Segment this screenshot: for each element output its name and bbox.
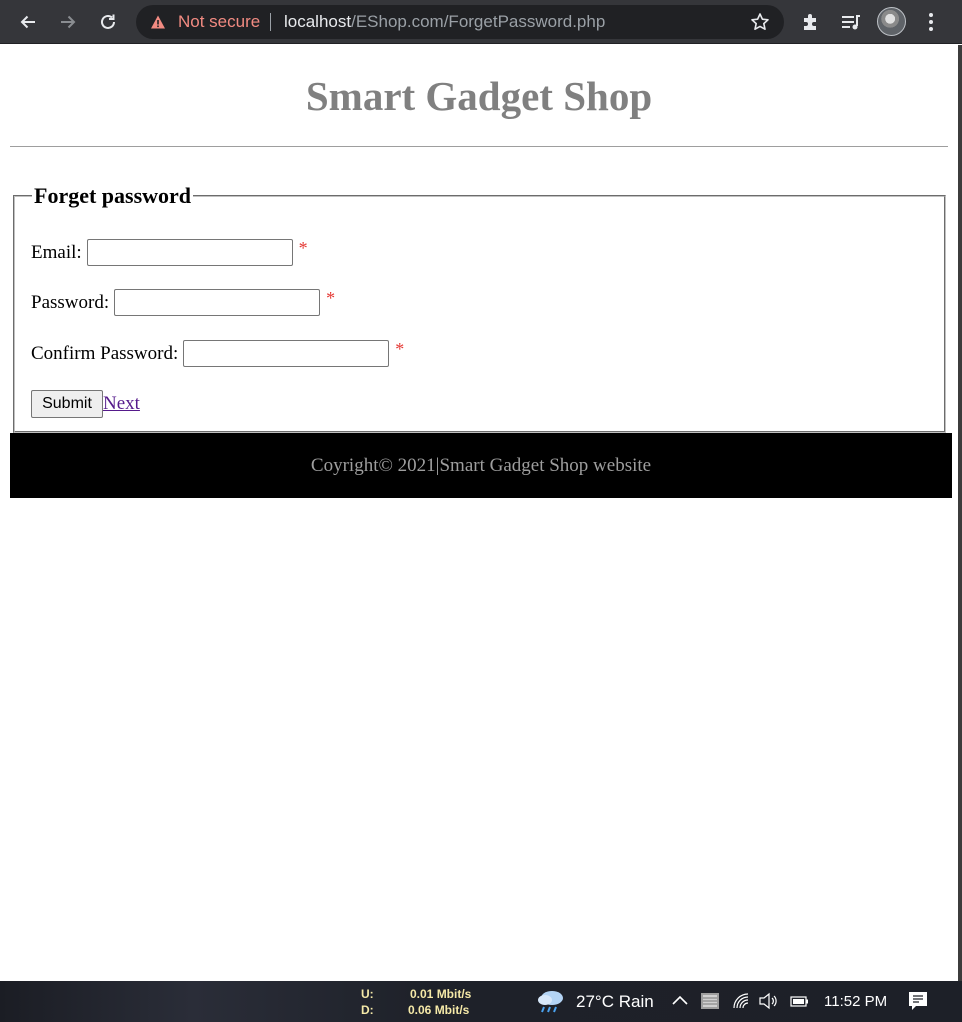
submit-button[interactable]: Submit — [31, 390, 103, 418]
reload-icon[interactable] — [94, 8, 122, 36]
email-label: Email: — [31, 241, 82, 263]
confirm-password-label: Confirm Password: — [31, 342, 179, 364]
next-link[interactable]: Next — [103, 393, 140, 415]
warning-icon — [151, 15, 165, 29]
media-queue-icon[interactable] — [840, 11, 862, 33]
site-title: Smart Gadget Shop — [305, 73, 653, 119]
upload-label: U: — [361, 987, 374, 1001]
password-label: Password: — [31, 291, 110, 313]
app-tray-icon[interactable] — [700, 991, 720, 1011]
battery-icon[interactable] — [789, 991, 809, 1011]
actions-row: Submit Next — [31, 390, 140, 418]
confirm-password-row: Confirm Password: * — [31, 339, 405, 367]
confirm-password-input[interactable] — [183, 340, 390, 367]
download-label: D: — [361, 1003, 374, 1017]
forget-password-fieldset: Forget password Email: * Password: * Con… — [13, 183, 946, 433]
password-input[interactable] — [114, 289, 321, 316]
extensions-puzzle-icon[interactable] — [800, 11, 822, 33]
password-row: Password: * — [31, 288, 336, 316]
email-row: Email: * — [31, 238, 308, 266]
download-speed: 0.06 Mbit/s — [408, 1003, 470, 1017]
browser-toolbar: Not secure localhost/EShop.com/ForgetPas… — [0, 0, 962, 44]
weather-text[interactable]: 27°C Rain — [576, 992, 654, 1012]
rain-cloud-icon[interactable] — [536, 987, 566, 1015]
security-label[interactable]: Not secure — [178, 12, 260, 32]
upload-speed: 0.01 Mbit/s — [410, 987, 472, 1001]
page-content: Smart Gadget Shop Forget password Email:… — [0, 45, 958, 981]
wifi-icon[interactable] — [731, 991, 751, 1011]
clock[interactable]: 11:52 PM — [824, 993, 887, 1010]
notifications-icon[interactable] — [907, 990, 929, 1012]
speaker-icon[interactable] — [758, 991, 778, 1011]
header-divider — [10, 146, 948, 147]
chevron-up-icon[interactable] — [670, 991, 690, 1011]
taskbar: U: D: 0.01 Mbit/s 0.06 Mbit/s 27°C Rain … — [0, 981, 962, 1022]
required-asterisk: * — [298, 238, 308, 258]
omnibox-separator — [270, 13, 271, 31]
url-path: /EShop.com/ForgetPassword.php — [351, 12, 606, 31]
footer: Coyright© 2021|Smart Gadget Shop website — [10, 433, 952, 498]
address-bar[interactable]: Not secure localhost/EShop.com/ForgetPas… — [136, 5, 784, 39]
fieldset-legend: Forget password — [32, 183, 194, 209]
required-asterisk: * — [326, 288, 336, 308]
profile-avatar[interactable] — [877, 7, 906, 36]
url-text[interactable]: localhost/EShop.com/ForgetPassword.php — [284, 12, 605, 32]
forward-icon[interactable] — [54, 8, 82, 36]
menu-kebab-icon[interactable] — [920, 11, 942, 33]
email-input[interactable] — [86, 239, 293, 266]
url-host: localhost — [284, 12, 352, 31]
window-edge — [958, 45, 962, 981]
back-icon[interactable] — [14, 8, 42, 36]
required-asterisk: * — [395, 339, 405, 359]
bookmark-star-icon[interactable] — [750, 12, 770, 32]
